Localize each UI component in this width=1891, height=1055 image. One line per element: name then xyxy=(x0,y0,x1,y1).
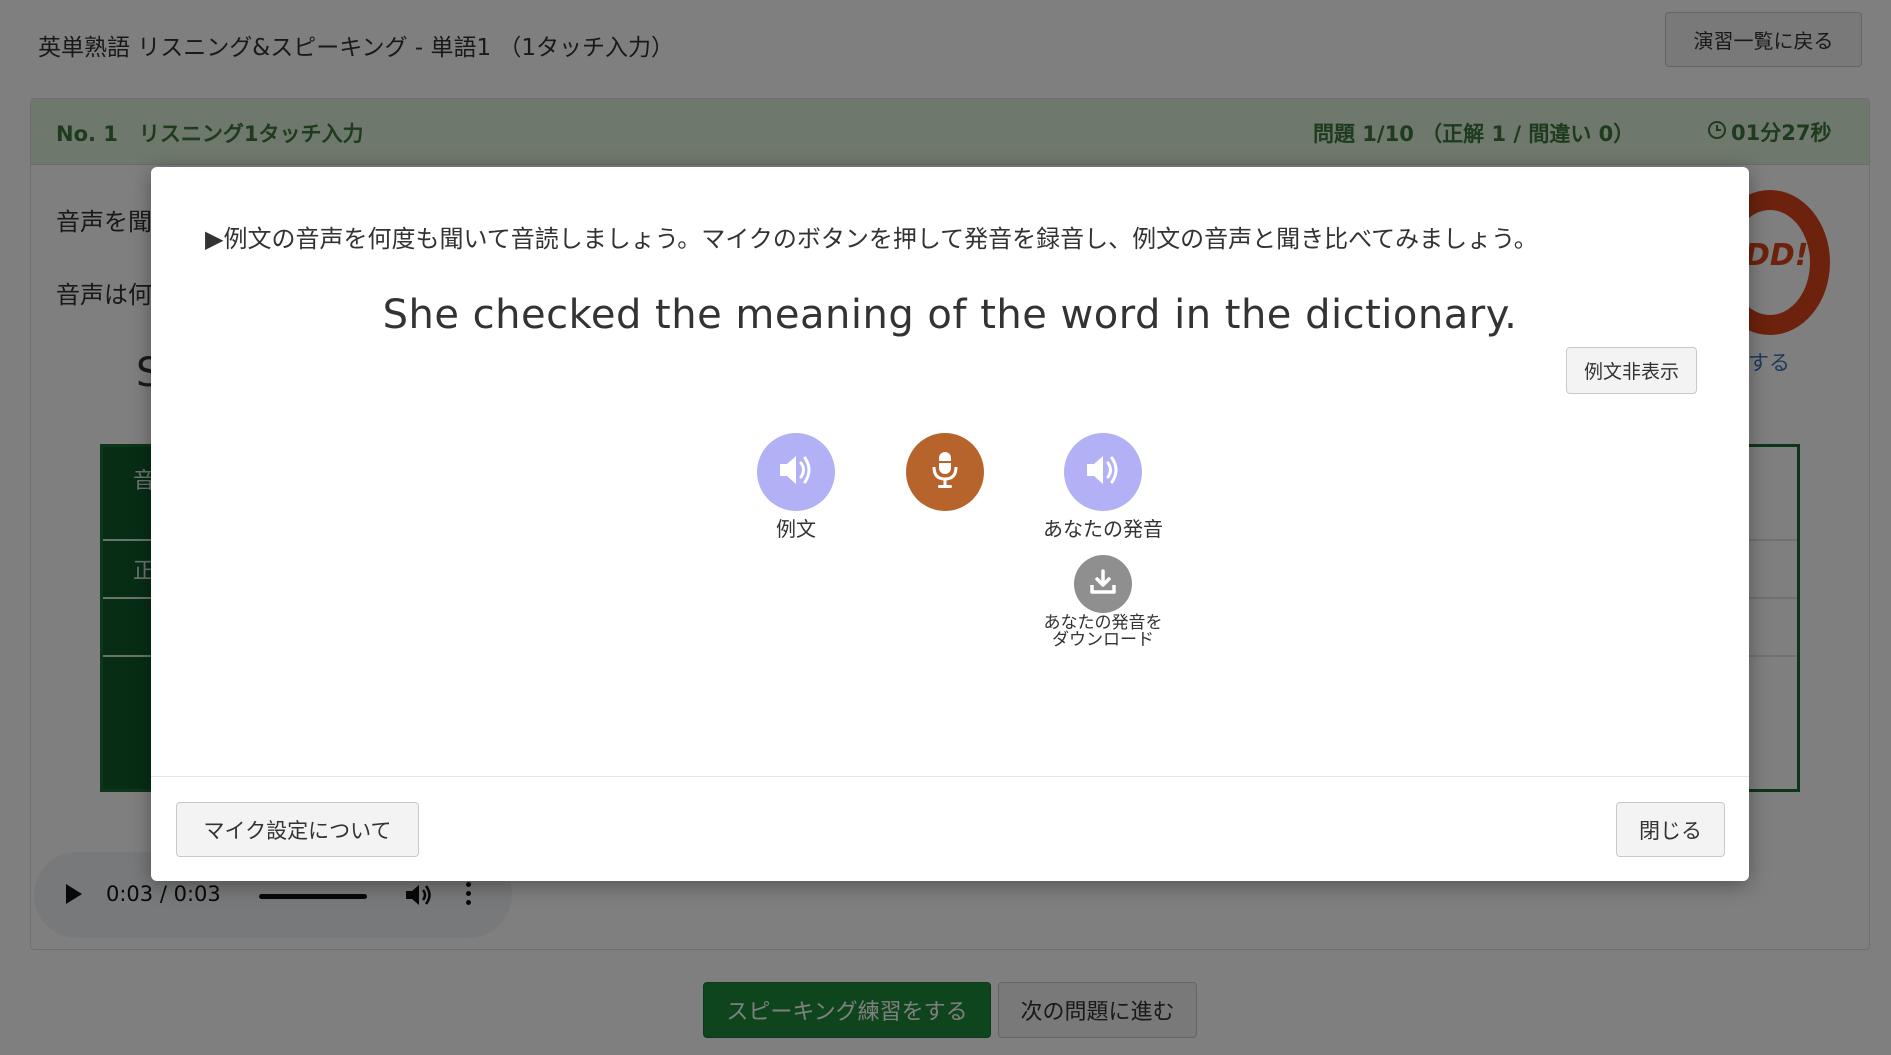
example-sentence: She checked the meaning of the word in t… xyxy=(382,292,1518,338)
download-icon xyxy=(1088,568,1118,600)
speaker-icon xyxy=(776,452,816,492)
microphone-icon xyxy=(928,449,962,495)
example-audio-button[interactable] xyxy=(757,433,835,511)
your-recording-button[interactable] xyxy=(1064,433,1142,511)
example-audio-label: 例文 xyxy=(776,517,816,541)
your-recording-label: あなたの発音 xyxy=(1043,517,1163,541)
speaking-modal: ▶例文の音声を何度も聞いて音読しましょう。マイクのボタンを押して発音を録音し、例… xyxy=(151,167,1749,881)
download-button[interactable] xyxy=(1074,555,1132,613)
your-recording-control: あなたの発音 xyxy=(1028,433,1178,542)
download-label-line2: ダウンロード xyxy=(1052,630,1154,650)
record-control xyxy=(870,433,1020,511)
modal-instruction: ▶例文の音声を何度も聞いて音読しましょう。マイクのボタンを押して発音を録音し、例… xyxy=(205,225,1538,253)
download-control: あなたの発音を ダウンロード xyxy=(1028,555,1178,649)
hide-sentence-button[interactable]: 例文非表示 xyxy=(1566,347,1697,394)
record-button[interactable] xyxy=(906,433,984,511)
mic-settings-button[interactable]: マイク設定について xyxy=(176,802,419,857)
speaker-icon xyxy=(1083,452,1123,492)
close-modal-button[interactable]: 閉じる xyxy=(1616,802,1725,857)
example-audio-control: 例文 xyxy=(721,433,871,542)
modal-footer-divider xyxy=(151,776,1749,777)
